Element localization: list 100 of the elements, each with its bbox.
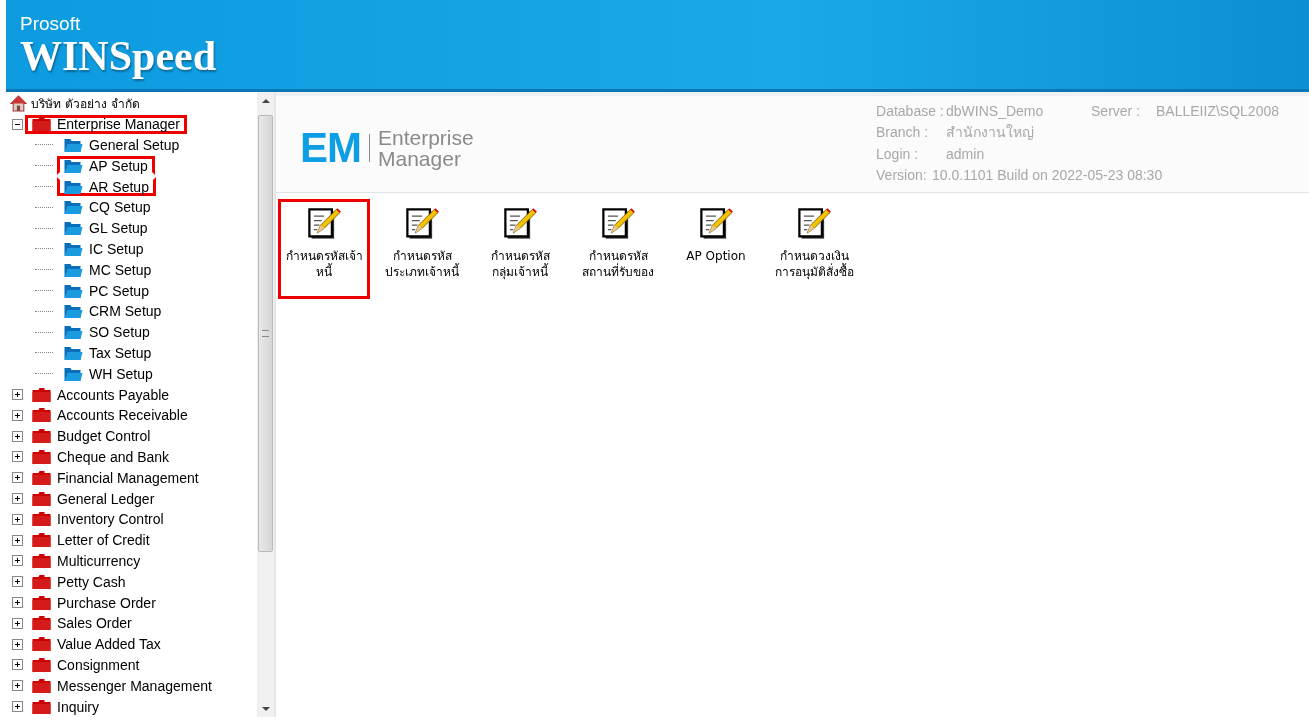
folder-icon	[64, 345, 83, 360]
folder-icon	[32, 595, 51, 610]
folder-icon	[32, 657, 51, 672]
info-label: Version:	[876, 167, 928, 184]
expander-icon[interactable]	[12, 576, 23, 588]
menu-tile[interactable]: กำหนดรหัสเจ้า หนี้	[278, 199, 370, 299]
tree-item[interactable]: Petty Cash	[25, 572, 133, 592]
info-label: Branch :	[876, 124, 930, 141]
folder-icon	[64, 158, 83, 173]
tile-label: กำหนดรหัสเจ้า หนี้	[285, 248, 363, 280]
tile-label: กำหนดรหัส ประเภทเจ้าหนี้	[385, 248, 459, 280]
tree-item[interactable]: Inquiry	[25, 697, 107, 716]
expander-icon[interactable]	[12, 555, 23, 567]
company-name[interactable]: บริษัท ตัวอย่าง จำกัด	[31, 93, 140, 113]
menu-tile[interactable]: กำหนดรหัส สถานที่รับของ	[572, 199, 664, 299]
tree-item[interactable]: WH Setup	[57, 364, 160, 384]
folder-icon	[32, 637, 51, 652]
brand-name: Prosoft	[20, 14, 82, 34]
tile-label: AP Option	[686, 248, 746, 264]
tree-item[interactable]: Letter of Credit	[25, 530, 157, 550]
expander-icon[interactable]	[12, 638, 23, 650]
tree-item[interactable]: Tax Setup	[57, 343, 159, 363]
tree-item[interactable]: Inventory Control	[25, 509, 171, 529]
tile-label: กำหนดรหัส สถานที่รับของ	[582, 248, 654, 280]
expander-icon[interactable]	[12, 451, 23, 463]
tile-label: กำหนดรหัส กลุ่มเจ้าหนี้	[490, 248, 550, 280]
folder-icon	[32, 429, 51, 444]
expander-icon[interactable]	[12, 472, 23, 484]
tree-item[interactable]: PC Setup	[57, 281, 156, 301]
module-logo: EM	[300, 124, 361, 172]
tree-item[interactable]: Cheque and Bank	[25, 447, 177, 467]
expander-icon[interactable]	[12, 597, 23, 608]
expander-icon[interactable]	[12, 701, 23, 712]
info-value: BALLEIIZ\SQL2008	[1156, 102, 1279, 119]
tree-item[interactable]: AP Setup	[57, 156, 155, 176]
folder-icon	[64, 262, 83, 277]
tree-item[interactable]: Value Added Tax	[25, 634, 168, 654]
document-pencil-icon	[404, 206, 440, 242]
folder-icon	[32, 117, 51, 132]
menu-tile[interactable]: กำหนดวงเงิน การอนุมัติสั่งซื้อ	[768, 199, 860, 299]
folder-icon	[64, 200, 83, 215]
menu-tile[interactable]: AP Option	[670, 199, 762, 299]
tree-item[interactable]: General Ledger	[25, 489, 162, 509]
tree-item[interactable]: Sales Order	[25, 613, 139, 633]
info-label: Login :	[876, 145, 920, 162]
tree-item[interactable]: Purchase Order	[25, 593, 163, 612]
expander-icon[interactable]	[12, 680, 23, 692]
expander-icon[interactable]	[12, 659, 23, 671]
tree-item[interactable]: GL Setup	[57, 218, 155, 238]
scrollbar-thumb[interactable]	[258, 115, 273, 552]
menu-tile[interactable]: กำหนดรหัส กลุ่มเจ้าหนี้	[474, 199, 566, 299]
info-value: admin	[946, 145, 986, 162]
folder-icon	[32, 553, 51, 568]
folder-icon	[32, 387, 51, 402]
document-pencil-icon	[502, 206, 538, 242]
tree-item[interactable]: Accounts Payable	[25, 385, 177, 405]
tree-item[interactable]: Financial Management	[25, 468, 206, 488]
folder-icon	[32, 574, 51, 589]
folder-icon	[32, 470, 51, 485]
expander-icon[interactable]	[12, 389, 23, 401]
folder-icon	[64, 283, 83, 298]
tree-item[interactable]: CQ Setup	[57, 197, 158, 217]
folder-icon	[64, 179, 83, 194]
expander-icon[interactable]	[12, 534, 23, 546]
info-label: Database :	[876, 102, 945, 119]
folder-icon	[64, 304, 83, 319]
folder-icon	[32, 449, 51, 464]
expander-icon[interactable]	[12, 493, 23, 505]
document-pencil-icon	[600, 206, 636, 242]
tree-item[interactable]: Consignment	[25, 655, 147, 675]
tree-item[interactable]: AR Setup	[57, 177, 156, 197]
menu-tile[interactable]: กำหนดรหัส ประเภทเจ้าหนี้	[376, 199, 468, 299]
tree-item[interactable]: SO Setup	[57, 322, 157, 342]
module-title: Enterprise Manager	[378, 127, 474, 169]
info-value: 10.0.1101 Build on 2022-05-23 08:30	[932, 167, 1163, 184]
tree-item[interactable]: Enterprise Manager	[25, 114, 187, 134]
tree-item[interactable]: Accounts Receivable	[25, 405, 195, 425]
tree-item[interactable]: Budget Control	[25, 426, 158, 446]
folder-icon	[64, 366, 83, 381]
tree-item[interactable]: MC Setup	[57, 260, 159, 280]
tree-item[interactable]: General Setup	[57, 135, 187, 155]
expander-icon[interactable]	[12, 617, 23, 629]
expander-icon[interactable]	[12, 513, 23, 525]
document-pencil-icon	[796, 206, 832, 242]
tree-item[interactable]: Messenger Management	[25, 676, 219, 696]
expander-icon[interactable]	[12, 118, 23, 130]
home-icon	[10, 94, 27, 112]
document-pencil-icon	[698, 206, 734, 242]
expander-icon[interactable]	[12, 430, 23, 442]
folder-icon	[32, 699, 51, 714]
folder-icon	[32, 616, 51, 631]
tree-item[interactable]: CRM Setup	[57, 301, 169, 321]
folder-icon	[64, 138, 83, 152]
tree-item[interactable]: IC Setup	[57, 239, 151, 259]
tile-label: กำหนดวงเงิน การอนุมัติสั่งซื้อ	[774, 248, 854, 280]
tree-item[interactable]: Multicurrency	[25, 551, 148, 571]
folder-icon	[32, 533, 51, 548]
expander-icon[interactable]	[12, 409, 23, 421]
folder-icon	[32, 512, 51, 527]
folder-icon	[64, 325, 83, 340]
